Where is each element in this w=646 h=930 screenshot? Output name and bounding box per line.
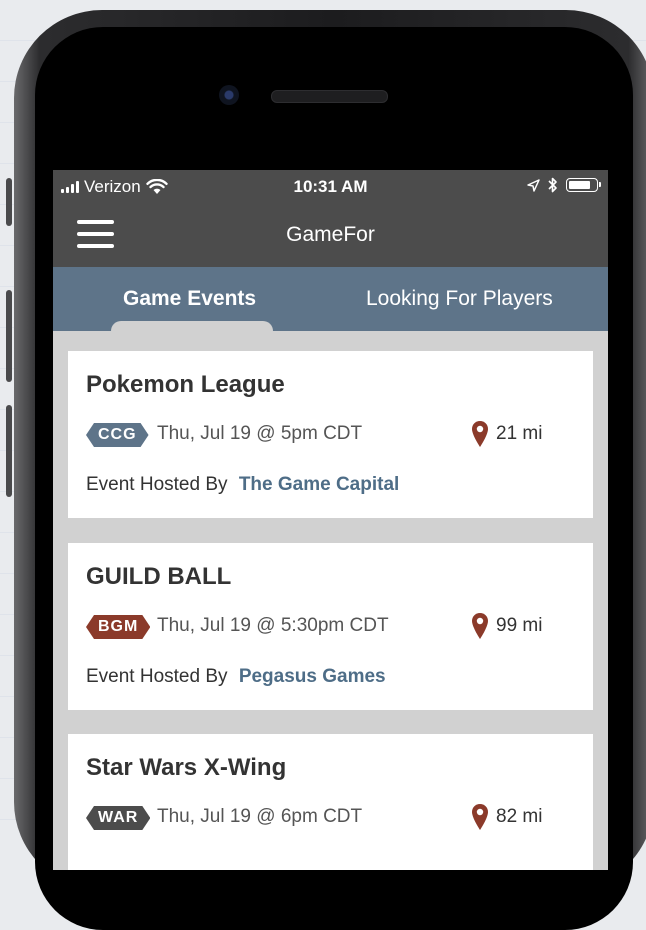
host-link[interactable]: Pegasus Games bbox=[239, 666, 386, 687]
category-badge: WAR bbox=[86, 806, 150, 830]
hosted-by-label: Event Hosted By bbox=[86, 666, 228, 687]
tab-looking-for-players[interactable]: Looking For Players bbox=[366, 287, 553, 311]
app-bar: GameFor bbox=[53, 204, 608, 267]
event-card[interactable]: Pokemon League CCG Thu, Jul 19 @ 5pm CDT… bbox=[68, 351, 593, 518]
front-camera bbox=[219, 85, 239, 105]
event-distance: 82 mi bbox=[496, 806, 543, 827]
battery-level bbox=[569, 181, 590, 189]
volume-up-button bbox=[6, 290, 12, 382]
event-host-line: Event Hosted By The Game Capital bbox=[86, 474, 399, 496]
app-title: GameFor bbox=[286, 223, 375, 246]
category-badge: BGM bbox=[86, 615, 150, 639]
volume-down-button bbox=[6, 405, 12, 497]
active-tab-indicator bbox=[111, 321, 273, 335]
mute-switch bbox=[6, 178, 12, 226]
location-pin-icon bbox=[472, 421, 488, 447]
event-card[interactable]: Star Wars X-Wing WAR Thu, Jul 19 @ 6pm C… bbox=[68, 734, 593, 870]
event-datetime: Thu, Jul 19 @ 5:30pm CDT bbox=[157, 615, 389, 636]
app-screen: Verizon 10:31 AM GameFor Game Events Loo bbox=[53, 170, 608, 870]
status-right bbox=[527, 177, 601, 193]
bluetooth-icon bbox=[548, 177, 557, 193]
event-title: Pokemon League bbox=[86, 371, 285, 398]
event-datetime: Thu, Jul 19 @ 6pm CDT bbox=[157, 806, 363, 827]
event-card[interactable]: GUILD BALL BGM Thu, Jul 19 @ 5:30pm CDT … bbox=[68, 543, 593, 710]
earpiece-speaker bbox=[271, 90, 388, 103]
battery-icon bbox=[566, 178, 601, 192]
status-bar: Verizon 10:31 AM bbox=[53, 170, 608, 204]
location-pin-icon bbox=[472, 804, 488, 830]
event-host-line: Event Hosted By Pegasus Games bbox=[86, 666, 386, 688]
event-datetime: Thu, Jul 19 @ 5pm CDT bbox=[157, 423, 363, 444]
hosted-by-label: Event Hosted By bbox=[86, 474, 228, 495]
location-pin-icon bbox=[472, 613, 488, 639]
host-link[interactable]: The Game Capital bbox=[239, 474, 400, 495]
event-title: GUILD BALL bbox=[86, 563, 232, 590]
category-badge: CCG bbox=[86, 423, 149, 447]
status-time: 10:31 AM bbox=[293, 177, 368, 196]
tab-game-events[interactable]: Game Events bbox=[123, 287, 256, 311]
event-title: Star Wars X-Wing bbox=[86, 754, 287, 781]
event-distance: 99 mi bbox=[496, 615, 543, 636]
event-distance: 21 mi bbox=[496, 423, 543, 444]
location-arrow-icon bbox=[527, 178, 540, 192]
tab-bar: Game Events Looking For Players bbox=[53, 267, 608, 335]
